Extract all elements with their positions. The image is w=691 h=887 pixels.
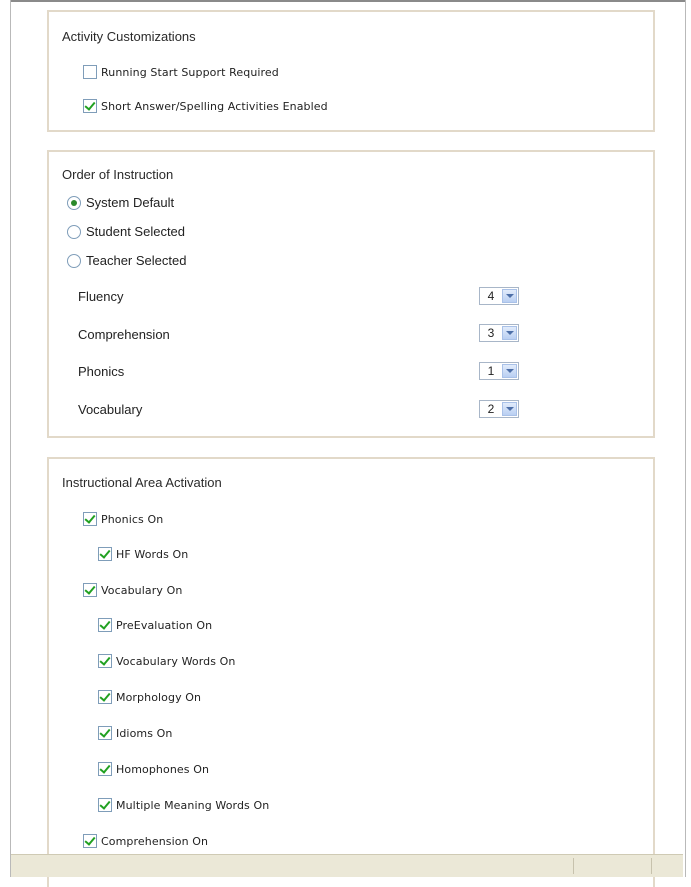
phonics-label: Phonics: [78, 364, 125, 379]
system-default-option[interactable]: System Default: [67, 195, 174, 210]
student-selected-radio[interactable]: [67, 224, 81, 239]
idioms-on-label: Idioms On: [116, 726, 173, 740]
short-answer-label: Short Answer/Spelling Activities Enabled: [101, 99, 328, 113]
multiple-meaning-words-on-label: Multiple Meaning Words On: [116, 798, 270, 812]
system-default-radio[interactable]: [67, 195, 81, 210]
phonics-order-select[interactable]: 1: [479, 362, 519, 380]
vocabulary-label: Vocabulary: [78, 402, 143, 417]
homophones-on-label: Homophones On: [116, 762, 210, 776]
fluency-label: Fluency: [78, 289, 124, 304]
fluency-order-value: 4: [487, 289, 495, 303]
preevaluation-on-checkbox[interactable]: [98, 618, 112, 632]
teacher-selected-radio[interactable]: [67, 253, 81, 268]
vocabulary-words-on-checkbox[interactable]: [98, 654, 112, 668]
instructional-area-activation-panel: Instructional Area Activation Phonics On…: [47, 457, 655, 887]
chevron-down-icon[interactable]: [502, 402, 517, 416]
student-selected-option[interactable]: Student Selected: [67, 224, 185, 239]
idioms-on-option[interactable]: Idioms On: [98, 726, 173, 740]
settings-window: Activity Customizations Running Start Su…: [10, 0, 686, 887]
morphology-on-checkbox[interactable]: [98, 690, 112, 704]
vocabulary-order-value: 2: [487, 402, 495, 416]
hf-words-on-checkbox[interactable]: [98, 547, 112, 561]
multiple-meaning-words-on-option[interactable]: Multiple Meaning Words On: [98, 798, 269, 812]
hf-words-on-option[interactable]: HF Words On: [98, 547, 188, 561]
morphology-on-label: Morphology On: [116, 690, 202, 704]
comprehension-on-checkbox[interactable]: [83, 834, 97, 848]
morphology-on-option[interactable]: Morphology On: [98, 690, 201, 704]
phonics-order-value: 1: [487, 364, 495, 378]
comprehension-order-select[interactable]: 3: [479, 324, 519, 342]
chevron-down-icon[interactable]: [502, 326, 517, 340]
instructional-area-activation-title: Instructional Area Activation: [62, 475, 222, 490]
student-selected-label: Student Selected: [86, 224, 186, 239]
vocabulary-on-label: Vocabulary On: [101, 583, 183, 597]
window-top-border: [11, 0, 685, 2]
preevaluation-on-option[interactable]: PreEvaluation On: [98, 618, 212, 632]
order-of-instruction-title: Order of Instruction: [62, 167, 174, 182]
teacher-selected-option[interactable]: Teacher Selected: [67, 253, 186, 268]
vocabulary-words-on-label: Vocabulary Words On: [116, 654, 236, 668]
system-default-label: System Default: [86, 195, 175, 210]
running-start-option[interactable]: Running Start Support Required: [83, 65, 279, 79]
status-bar: [11, 854, 683, 877]
homophones-on-option[interactable]: Homophones On: [98, 762, 209, 776]
short-answer-option[interactable]: Short Answer/Spelling Activities Enabled: [83, 99, 328, 113]
running-start-checkbox[interactable]: [83, 65, 97, 79]
comprehension-on-option[interactable]: Comprehension On: [83, 834, 208, 848]
vocabulary-order-select[interactable]: 2: [479, 400, 519, 418]
vocabulary-on-option[interactable]: Vocabulary On: [83, 583, 182, 597]
vocabulary-words-on-option[interactable]: Vocabulary Words On: [98, 654, 236, 668]
teacher-selected-label: Teacher Selected: [86, 253, 187, 268]
idioms-on-checkbox[interactable]: [98, 726, 112, 740]
status-bar-divider: [573, 858, 574, 874]
hf-words-on-label: HF Words On: [116, 547, 189, 561]
preevaluation-on-label: PreEvaluation On: [116, 618, 213, 632]
running-start-label: Running Start Support Required: [101, 65, 279, 79]
activity-customizations-title: Activity Customizations: [62, 29, 196, 44]
comprehension-label: Comprehension: [78, 327, 170, 342]
multiple-meaning-words-on-checkbox[interactable]: [98, 798, 112, 812]
fluency-order-select[interactable]: 4: [479, 287, 519, 305]
comprehension-order-value: 3: [487, 326, 495, 340]
short-answer-checkbox[interactable]: [83, 99, 97, 113]
comprehension-on-label: Comprehension On: [101, 834, 209, 848]
activity-customizations-panel: Activity Customizations Running Start Su…: [47, 10, 655, 132]
vocabulary-on-checkbox[interactable]: [83, 583, 97, 597]
chevron-down-icon[interactable]: [502, 364, 517, 378]
phonics-on-option[interactable]: Phonics On: [83, 512, 163, 526]
order-of-instruction-panel: Order of Instruction System Default Stud…: [47, 150, 655, 438]
phonics-on-label: Phonics On: [101, 512, 164, 526]
status-bar-divider: [651, 858, 652, 874]
chevron-down-icon[interactable]: [502, 289, 517, 303]
homophones-on-checkbox[interactable]: [98, 762, 112, 776]
phonics-on-checkbox[interactable]: [83, 512, 97, 526]
